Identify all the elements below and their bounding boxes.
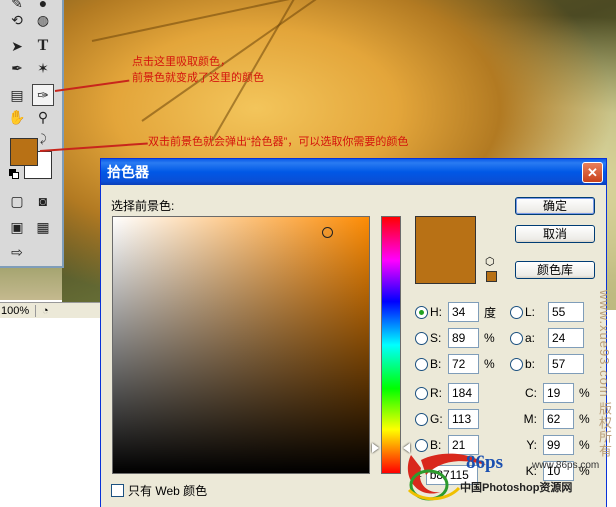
zoom-level[interactable]: 100% bbox=[0, 304, 36, 317]
standard-mode-icon[interactable]: ▢ bbox=[6, 190, 28, 212]
a-input[interactable]: 24 bbox=[548, 328, 584, 348]
hsb-h-row: H: 34 度 bbox=[415, 302, 496, 322]
foreground-color-swatch[interactable] bbox=[10, 138, 38, 166]
radio-h[interactable] bbox=[415, 305, 428, 319]
color-preview bbox=[415, 216, 476, 284]
type-tool-icon[interactable]: T bbox=[32, 35, 54, 57]
c-unit: % bbox=[579, 386, 590, 400]
cmyk-c-row: C: 19 % bbox=[521, 383, 590, 403]
color-field-marker[interactable] bbox=[322, 227, 333, 238]
screen-mode-standard-icon[interactable]: ▣ bbox=[6, 216, 28, 238]
radio-a[interactable] bbox=[510, 331, 523, 345]
path-select-icon[interactable]: ➤ bbox=[6, 35, 28, 57]
cancel-button[interactable]: 取消 bbox=[515, 225, 595, 243]
lab-b-label: b: bbox=[525, 357, 536, 371]
zoom-tool-icon[interactable]: ⚲ bbox=[32, 106, 54, 128]
radio-g[interactable] bbox=[415, 412, 428, 426]
86ps-site-name: 中国Photoshop资源网 bbox=[460, 482, 573, 494]
lab-a-row: a: 24 bbox=[510, 328, 584, 348]
cmyk-m-row: M: 62 % bbox=[521, 409, 590, 429]
web-only-checkbox[interactable] bbox=[111, 484, 124, 497]
l-input[interactable]: 55 bbox=[548, 302, 584, 322]
jump-to-imageready-icon[interactable]: ⇨ bbox=[6, 241, 28, 263]
sponge-icon[interactable]: ◍ bbox=[32, 9, 54, 31]
custom-shape-icon[interactable]: ✶ bbox=[32, 57, 54, 79]
86ps-logo-text: 86ps bbox=[466, 452, 503, 473]
c-label: C: bbox=[525, 386, 537, 400]
web-safe-color-swatch[interactable] bbox=[486, 271, 497, 282]
hand-tool-icon[interactable]: ✋ bbox=[6, 106, 28, 128]
hsb-s-row: S: 89 % bbox=[415, 328, 495, 348]
prompt-label: 选择前景色: bbox=[111, 199, 175, 213]
annotation-eyedropper-line1: 点击这里吸取颜色， bbox=[132, 56, 231, 68]
out-of-web-gamut-icon[interactable]: ⬡ bbox=[485, 255, 495, 268]
lab-b-row: b: 57 bbox=[510, 354, 584, 374]
rgb-g-row: G: 113 bbox=[415, 409, 479, 429]
hue-slider[interactable] bbox=[381, 216, 401, 474]
ok-button[interactable]: 确定 bbox=[515, 197, 595, 215]
swap-colors-icon[interactable]: ⤸ bbox=[40, 133, 47, 146]
g-input[interactable]: 113 bbox=[448, 409, 479, 429]
dialog-title: 拾色器 bbox=[107, 164, 149, 180]
default-colors-icon[interactable] bbox=[9, 169, 19, 179]
h-input[interactable]: 34 bbox=[448, 302, 479, 322]
hsb-b-row: B: 72 % bbox=[415, 354, 495, 374]
screen-mode-full-icon[interactable]: ▦ bbox=[32, 216, 54, 238]
radio-l[interactable] bbox=[510, 305, 523, 319]
h-label: H: bbox=[430, 305, 442, 319]
hue-slider-arrow-left[interactable] bbox=[372, 443, 379, 453]
close-icon[interactable]: ✕ bbox=[582, 162, 603, 183]
eyedropper-tool-icon[interactable]: ✑ bbox=[32, 84, 54, 106]
rgb-r-row: R: 184 bbox=[415, 383, 479, 403]
web-only-option[interactable]: 只有 Web 颜色 bbox=[111, 482, 207, 499]
m-label: M: bbox=[523, 412, 537, 426]
s-input[interactable]: 89 bbox=[448, 328, 479, 348]
l-label: L: bbox=[525, 305, 536, 319]
radio-s[interactable] bbox=[415, 331, 428, 345]
r-label: R: bbox=[430, 386, 442, 400]
quick-mask-icon[interactable]: ◙ bbox=[32, 190, 54, 212]
r-input[interactable]: 184 bbox=[448, 383, 479, 403]
status-info-icon[interactable]: ◔ bbox=[42, 305, 49, 317]
lab-b-input[interactable]: 57 bbox=[548, 354, 584, 374]
status-bar: 100% ◔ bbox=[0, 302, 100, 318]
radio-r[interactable] bbox=[415, 386, 428, 400]
history-brush-icon[interactable]: ⟲ bbox=[6, 9, 28, 31]
86ps-url: www.86ps.com bbox=[532, 460, 600, 471]
radio-lab-b[interactable] bbox=[510, 357, 523, 371]
g-label: G: bbox=[430, 412, 443, 426]
a-label: a: bbox=[525, 331, 536, 345]
s-label: S: bbox=[430, 331, 442, 345]
m-input[interactable]: 62 bbox=[543, 409, 574, 429]
b-input[interactable]: 72 bbox=[448, 354, 479, 374]
lab-l-row: L: 55 bbox=[510, 302, 584, 322]
toolbox: ✎ ● ⟲ ◍ ➤ T ✒ ✶ ▤ ✑ ✋ ⚲ ⤸ ▢ ◙ ▣ ▦ ⇨ bbox=[0, 0, 64, 268]
annotation-double-click: 双击前景色就会弹出“拾色器”，可以选取你需要的颜色 bbox=[148, 136, 409, 148]
color-field[interactable] bbox=[112, 216, 370, 474]
color-libraries-button[interactable]: 颜色库 bbox=[515, 261, 595, 279]
notes-tool-icon[interactable]: ▤ bbox=[6, 84, 28, 106]
s-unit: % bbox=[484, 331, 495, 345]
b-label: B: bbox=[430, 357, 442, 371]
pen-tool-icon[interactable]: ✒ bbox=[6, 57, 28, 79]
h-unit: 度 bbox=[484, 305, 497, 320]
web-only-label: 只有 Web 颜色 bbox=[128, 484, 208, 498]
radio-b[interactable] bbox=[415, 357, 428, 371]
m-unit: % bbox=[579, 412, 590, 426]
annotation-eyedropper: 点击这里吸取颜色， 前景色就变成了这里的颜色 bbox=[132, 54, 264, 86]
c-input[interactable]: 19 bbox=[543, 383, 574, 403]
b-unit: % bbox=[484, 357, 495, 371]
annotation-eyedropper-line2: 前景色就变成了这里的颜色 bbox=[132, 72, 264, 84]
dialog-titlebar[interactable]: 拾色器 ✕ bbox=[101, 159, 606, 185]
